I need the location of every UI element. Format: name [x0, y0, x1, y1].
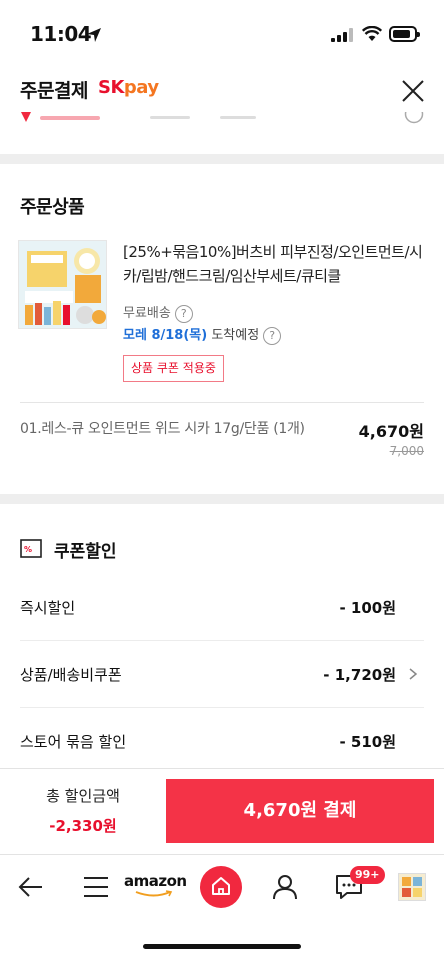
location-arrow-icon: [87, 28, 101, 42]
option-name: 01.레스-큐 오인트먼트 위드 시카 17g/단품 (1개): [20, 421, 305, 437]
battery-icon: [389, 26, 420, 42]
page-title: 주문결제: [20, 80, 88, 102]
product-image: [19, 241, 106, 328]
cellular-signal-icon: [331, 28, 353, 42]
row-divider: [20, 707, 424, 708]
chevron-right-icon[interactable]: [407, 668, 419, 680]
section-divider: [0, 154, 444, 164]
shipping-info: 무료배송?: [123, 302, 193, 323]
close-icon[interactable]: [400, 78, 426, 104]
svg-text:%: %: [24, 545, 32, 554]
total-discount-label: 총 할인금액: [46, 787, 120, 805]
help-icon[interactable]: ?: [263, 326, 282, 345]
home-button[interactable]: [200, 866, 242, 908]
chat-badge: 99+: [350, 866, 385, 884]
help-icon[interactable]: ?: [174, 304, 193, 323]
amazon-smile-icon: [135, 890, 173, 897]
nav-divider: [0, 854, 444, 855]
order-items-title: 주문상품: [20, 197, 85, 218]
profile-icon[interactable]: [272, 874, 298, 900]
recent-product-image: [399, 874, 425, 900]
product-name[interactable]: [25%+묶음10%]버츠비 피부진정/오인트먼트/시카/립밤/핸드크림/임산부…: [123, 240, 423, 288]
menu-icon[interactable]: [83, 876, 109, 898]
logo-pay: pay: [123, 77, 159, 98]
store-bundle-discount-value: - 510원: [339, 733, 396, 751]
bottom-summary-divider: [0, 768, 444, 769]
store-bundle-discount-label: 스토어 묶음 할인: [20, 733, 127, 751]
option-divider: [20, 402, 424, 403]
shipping-label: 무료배송: [123, 306, 171, 321]
address-row-partial: [0, 112, 444, 134]
section-divider: [0, 494, 444, 504]
back-arrow-icon[interactable]: [18, 875, 44, 899]
instant-discount-value: - 100원: [339, 599, 396, 617]
arrival-date: 모레 8/18(목): [123, 328, 208, 343]
product-shipping-coupon-label[interactable]: 상품/배송비쿠폰: [20, 664, 122, 685]
option-original-price: 7,000: [389, 444, 424, 458]
coupon-icon: %: [20, 539, 42, 558]
pay-button[interactable]: 4,670원 결제: [166, 779, 434, 843]
home-indicator: [143, 944, 301, 949]
option-price: 4,670원: [358, 422, 424, 441]
home-icon: [212, 877, 230, 895]
logo-sk: SK: [98, 77, 124, 98]
location-pin-icon: [21, 112, 31, 122]
arrival-suffix: 도착예정: [211, 328, 260, 343]
wifi-icon: [362, 26, 382, 41]
instant-discount-label: 즉시할인: [20, 599, 76, 617]
row-divider: [20, 640, 424, 641]
skpay-logo: SKpay: [98, 77, 159, 98]
arrival-info: 모레 8/18(목) 도착예정?: [123, 324, 282, 345]
info-circle-icon: [404, 112, 424, 124]
coupon-discount-title: 쿠폰할인: [54, 542, 117, 562]
status-time: 11:04: [30, 22, 92, 46]
coupon-applied-badge: 상품 쿠폰 적용중: [123, 355, 224, 382]
amazon-logo[interactable]: amazon: [124, 872, 194, 897]
recent-product-thumbnail[interactable]: [398, 873, 426, 901]
total-discount-value: -2,330원: [49, 817, 117, 835]
product-thumbnail[interactable]: [18, 240, 107, 329]
product-shipping-coupon-value[interactable]: - 1,720원: [240, 664, 396, 685]
amazon-label: amazon: [124, 872, 187, 890]
